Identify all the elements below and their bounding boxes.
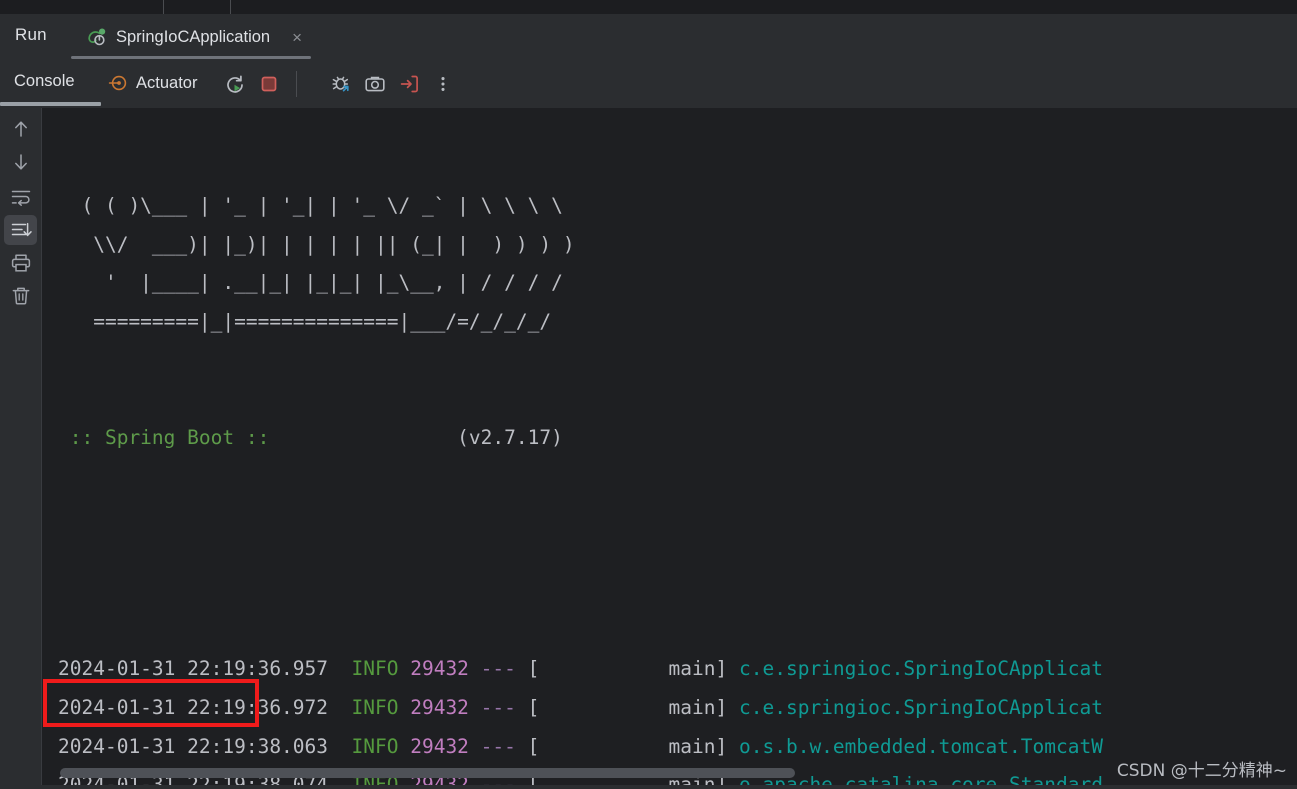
soft-wrap-button[interactable] — [4, 182, 37, 212]
tab-console[interactable]: Console — [14, 72, 75, 91]
camera-icon — [365, 76, 385, 92]
rerun-button[interactable] — [222, 71, 248, 97]
banner-line: \\/ ___)| |_)| | | | | || (_| | ) ) ) ) — [58, 232, 575, 256]
vertical-dots-icon — [441, 77, 445, 91]
arrow-up-icon — [14, 121, 27, 137]
banner-line: =========|_|==============|___/=/_/_/_/ — [58, 309, 552, 333]
screenshot-button[interactable] — [362, 71, 388, 97]
window-top-strip — [0, 0, 1297, 14]
more-options-button[interactable] — [430, 71, 456, 97]
close-icon[interactable]: × — [292, 29, 302, 46]
log-line: 2024-01-31 22:19:38.063 INFO 29432 --- [… — [58, 734, 1103, 758]
stop-button[interactable] — [256, 71, 282, 97]
print-button[interactable] — [4, 248, 37, 278]
console-text: ( ( )\___ | '_ | '_| | '_ \/ _` | \ \ \ … — [58, 110, 1103, 789]
top-strip-divider-2 — [230, 0, 231, 14]
run-configuration-tab[interactable]: SpringIoCApplication × — [72, 14, 314, 60]
log-line: 2024-01-31 22:19:36.957 INFO 29432 --- [… — [58, 657, 1103, 681]
stop-square-icon — [261, 76, 277, 92]
spring-boot-version-line: :: Spring Boot :: (v2.7.17) — [58, 425, 563, 449]
scroll-to-end-icon — [11, 222, 32, 237]
soft-wrap-icon — [11, 190, 30, 206]
horizontal-scrollbar-thumb[interactable] — [60, 768, 795, 778]
top-strip-divider-1 — [163, 0, 164, 14]
export-button[interactable] — [396, 71, 422, 97]
console-output-area[interactable]: ( ( )\___ | '_ | '_| | '_ \/ _` | \ \ \ … — [42, 108, 1297, 789]
console-toolbar: Console Actuator — [0, 60, 1297, 108]
debug-button[interactable] — [328, 71, 354, 97]
scroll-up-button[interactable] — [4, 114, 37, 144]
actuator-label: Actuator — [136, 73, 198, 92]
banner-line: ( ( )\___ | '_ | '_| | '_ \/ _` | \ \ \ … — [58, 194, 563, 218]
run-tool-window-label: Run — [15, 25, 47, 44]
trash-icon — [12, 287, 29, 305]
run-header-bar: Run SpringIoCApplication × — [0, 14, 1297, 60]
actuator-target-icon — [108, 73, 128, 93]
clear-all-button[interactable] — [4, 281, 37, 311]
scroll-to-end-button[interactable] — [4, 215, 37, 245]
spring-run-with-coverage-icon — [86, 27, 107, 48]
rerun-icon — [227, 75, 243, 93]
log-line: 2024-01-31 22:19:36.972 INFO 29432 --- [… — [58, 695, 1103, 719]
spring-boot-ascii-banner: ( ( )\___ | '_ | '_| | '_ \/ _` | \ \ \ … — [58, 187, 1103, 341]
toolbar-separator — [296, 71, 297, 97]
run-tool-window: Run SpringIoCApplication × Console Actua… — [0, 0, 1297, 789]
banner-line: ' |____| .__|_| |_|_| |_\__, | / / / / — [58, 271, 563, 295]
printer-icon — [11, 254, 30, 272]
export-arrow-icon — [400, 75, 418, 93]
scroll-down-button[interactable] — [4, 147, 37, 177]
window-bottom-edge — [0, 785, 1297, 789]
run-configuration-name: SpringIoCApplication — [116, 27, 271, 46]
debug-bug-icon — [332, 76, 349, 92]
active-tab-underline — [71, 56, 311, 59]
arrow-down-icon — [14, 154, 27, 170]
console-tab-underline — [0, 102, 101, 106]
tab-actuator[interactable]: Actuator — [108, 73, 197, 93]
